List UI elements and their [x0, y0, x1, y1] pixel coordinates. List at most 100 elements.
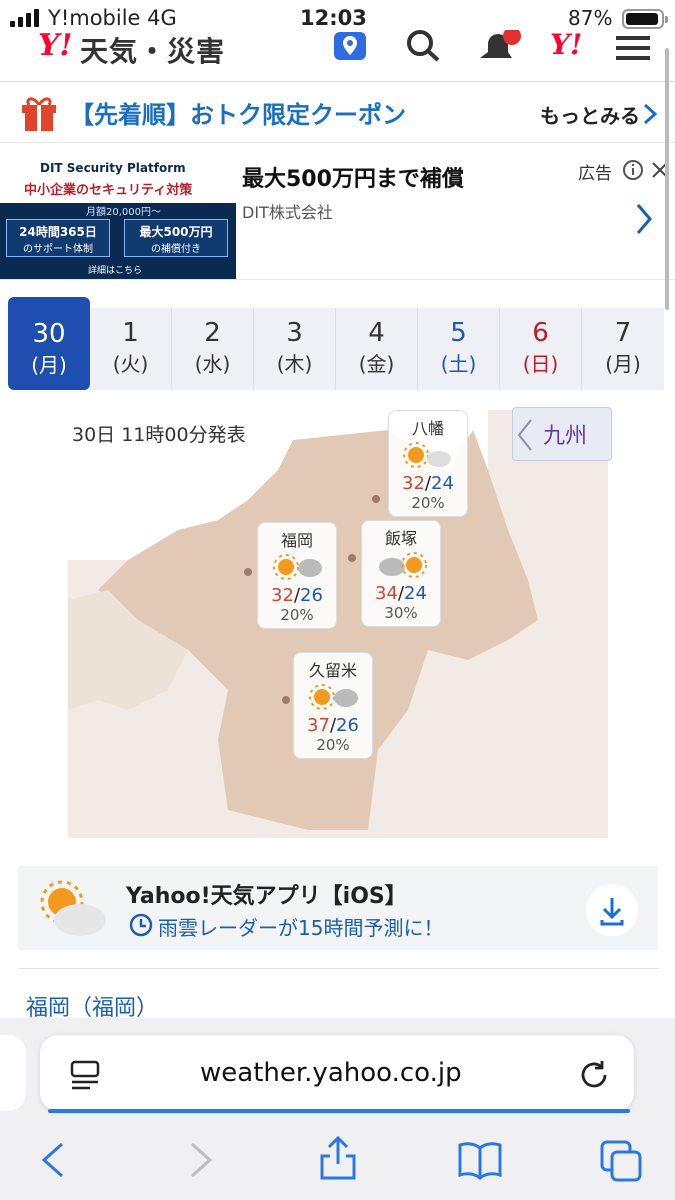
map-marker — [244, 568, 252, 576]
tab-day-number: 30 — [32, 319, 66, 349]
search-icon[interactable] — [404, 30, 444, 66]
ad-image-box-2: 最大500万円 の補償付き — [124, 219, 228, 257]
tab-day[interactable]: 7 (月) — [582, 308, 664, 390]
ad-image-box-1-line-2: のサポート体制 — [23, 244, 93, 255]
city-high-temp: 32 — [402, 473, 425, 494]
ad-image-footer: 詳細はこちら — [88, 266, 143, 276]
clock-icon — [128, 912, 154, 942]
city-low-temp: 26 — [300, 585, 323, 606]
date-tabs: 30 (月) 1 (火) 2 (水) 3 (木) 4 (金) 5 (土) 6 (日) 7 (月) — [8, 297, 666, 397]
chevron-left-icon — [517, 419, 532, 451]
tab-weekday: (金) — [358, 352, 395, 376]
ad-image-tagline: 中小企業のセキュリティ対策 — [24, 183, 193, 198]
info-icon[interactable] — [622, 159, 644, 185]
announce-time: 30日 11時00分発表 — [72, 424, 246, 446]
battery-icon — [622, 9, 668, 29]
reader-icon[interactable] — [70, 1060, 102, 1094]
forward-icon[interactable] — [186, 1140, 216, 1184]
ad-advertiser: DIT株式会社 — [242, 203, 333, 222]
city-card[interactable]: 福岡 32/26 20% — [257, 522, 337, 629]
map-marker — [282, 696, 290, 704]
location-pin-icon[interactable] — [330, 32, 370, 62]
weather-map[interactable] — [68, 410, 608, 838]
menu-icon[interactable] — [616, 34, 652, 66]
download-icon — [600, 898, 624, 926]
url-text[interactable]: weather.yahoo.co.jp — [200, 1058, 462, 1088]
weather-app-icon — [36, 876, 108, 944]
tab-day-number: 1 — [122, 318, 139, 348]
tab-day[interactable]: 1 (火) — [90, 308, 172, 390]
app-promo-banner[interactable]: Yahoo!天気アプリ【iOS】 雨雲レーダーが15時間予測に！ — [18, 866, 658, 950]
promo-title[interactable]: Yahoo!天気アプリ【iOS】 — [126, 878, 407, 910]
carrier-label: Y!mobile 4G — [48, 6, 177, 30]
back-icon[interactable] — [38, 1140, 68, 1184]
tab-weekday: (日) — [522, 352, 559, 376]
city-card[interactable]: 飯塚 34/24 30% — [361, 520, 441, 627]
ad-label: 広告 — [578, 164, 612, 184]
city-high-temp: 37 — [307, 715, 330, 736]
chevron-right-icon[interactable] — [634, 203, 654, 239]
site-title[interactable]: 天気・災害 — [80, 30, 225, 70]
sun-cloud-icon — [258, 551, 336, 583]
city-low-temp: 26 — [336, 715, 359, 736]
city-precip: 20% — [411, 494, 445, 512]
ad-image-box-1-line-1: 24時間365日 — [19, 225, 97, 239]
tab-day[interactable]: 5 (土) — [418, 308, 500, 390]
city-high-temp: 32 — [271, 585, 294, 606]
tab-day-number: 3 — [286, 318, 303, 348]
chevron-right-icon[interactable] — [642, 103, 658, 129]
coupon-banner[interactable]: 【先着順】おトク限定クーポン もっとみる — [0, 83, 675, 143]
tab-weekday: (木) — [276, 352, 313, 376]
city-card[interactable]: 久留米 37/26 20% — [293, 652, 373, 759]
clock: 12:03 — [300, 6, 367, 30]
coupon-text[interactable]: 【先着順】おトク限定クーポン — [70, 95, 406, 130]
tab-day[interactable]: 6 (日) — [500, 308, 582, 390]
tab-day[interactable]: 3 (木) — [254, 308, 336, 390]
ad-image[interactable]: DIT Security Platform 中小企業のセキュリティ対策 月額20… — [0, 155, 236, 279]
city-card[interactable]: 八幡 32/24 20% — [388, 410, 468, 517]
previous-tab-peek[interactable] — [0, 1035, 26, 1111]
ad-banner[interactable]: DIT Security Platform 中小企業のセキュリティ対策 月額20… — [0, 155, 675, 280]
tab-weekday: (水) — [194, 352, 231, 376]
download-button[interactable] — [586, 884, 638, 936]
ad-image-box-2-line-1: 最大500万円 — [139, 225, 213, 239]
bookmarks-icon[interactable] — [456, 1140, 504, 1184]
tab-day[interactable]: 30 (月) — [8, 297, 90, 390]
ad-image-box-1: 24時間365日 のサポート体制 — [6, 219, 110, 257]
share-icon[interactable] — [318, 1134, 358, 1186]
city-high-temp: 34 — [375, 583, 398, 604]
bell-icon[interactable] — [474, 27, 526, 66]
tab-day[interactable]: 2 (水) — [172, 308, 254, 390]
tab-weekday: (土) — [440, 352, 477, 376]
tab-day-number: 5 — [450, 318, 467, 348]
city-name: 久留米 — [308, 661, 357, 680]
tab-weekday: (月) — [605, 352, 641, 376]
tab-day-number: 7 — [614, 318, 632, 348]
cloud-sun-icon — [362, 549, 440, 581]
divider — [18, 968, 658, 969]
tab-day-number: 2 — [204, 318, 221, 348]
load-progress — [48, 1109, 630, 1113]
city-name: 八幡 — [411, 419, 444, 438]
scrollbar[interactable] — [665, 48, 669, 310]
reload-icon[interactable] — [578, 1058, 612, 1096]
ad-image-box-2-line-2: の補償付き — [151, 244, 201, 255]
tab-day-number: 6 — [532, 318, 549, 348]
city-precip: 20% — [280, 606, 314, 624]
tab-weekday: (火) — [112, 352, 149, 376]
coupon-more-link[interactable]: もっとみる — [540, 100, 640, 129]
ad-image-price: 月額20,000円〜 — [86, 207, 161, 218]
signal-icon — [10, 9, 42, 27]
tab-weekday: (月) — [31, 353, 67, 377]
tab-day[interactable]: 4 (金) — [336, 308, 418, 390]
promo-subtitle: 雨雲レーダーが15時間予測に！ — [158, 916, 444, 940]
region-button[interactable]: 九州 — [512, 407, 612, 461]
tabs-icon[interactable] — [600, 1140, 644, 1188]
ad-image-heading: DIT Security Platform — [40, 161, 186, 175]
ad-title[interactable]: 最大500万円まで補償 — [242, 161, 464, 193]
gift-icon — [20, 93, 58, 137]
yahoo-logo[interactable]: Y! — [38, 28, 73, 63]
city-name: 飯塚 — [384, 529, 417, 548]
yahoo-icon[interactable]: Y! — [550, 28, 582, 61]
region-label: 九州 — [543, 424, 588, 449]
